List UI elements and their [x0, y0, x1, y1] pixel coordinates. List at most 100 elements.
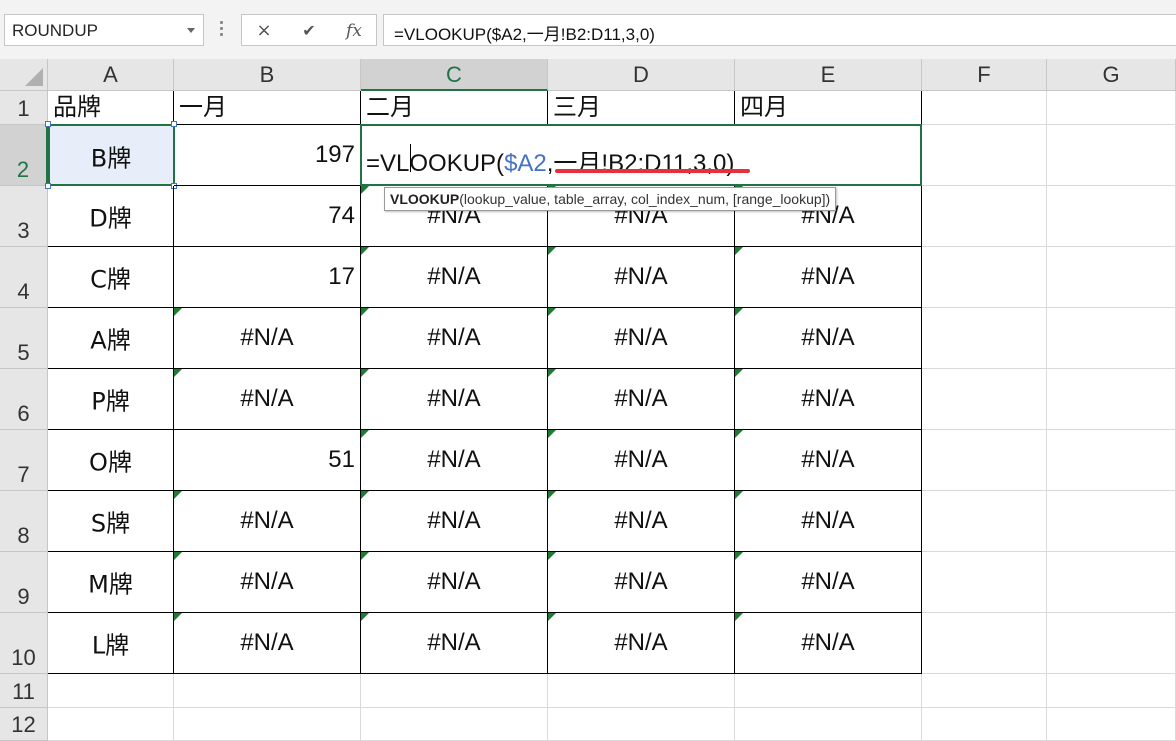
cell-f2[interactable]	[922, 125, 1047, 186]
cell-c10[interactable]: #N/A	[361, 613, 548, 674]
cell-f10[interactable]	[922, 613, 1047, 674]
cell-b9[interactable]: #N/A	[174, 552, 361, 613]
chevron-down-icon[interactable]	[187, 28, 195, 33]
cell-d11[interactable]	[548, 674, 735, 708]
cell-b6[interactable]: #N/A	[174, 369, 361, 430]
cell-e9[interactable]: #N/A	[735, 552, 922, 613]
select-all-button[interactable]	[0, 59, 48, 91]
cell-e10[interactable]: #N/A	[735, 613, 922, 674]
cell-b8[interactable]: #N/A	[174, 491, 361, 552]
cell-b4[interactable]: 17	[174, 247, 361, 308]
cell-e12[interactable]	[735, 708, 922, 741]
tooltip-function-name[interactable]: VLOOKUP	[390, 191, 459, 207]
cell-a3[interactable]: D牌	[48, 186, 174, 247]
row-header-7[interactable]: 7	[0, 430, 48, 491]
cell-g7[interactable]	[1047, 430, 1176, 491]
cell-d1[interactable]: 三月	[548, 91, 735, 125]
formula-input[interactable]: =VLOOKUP($A2,一月!B2:D11,3,0)	[383, 14, 1176, 46]
cell-c7[interactable]: #N/A	[361, 430, 548, 491]
range-handle[interactable]	[45, 121, 51, 127]
row-header-11[interactable]: 11	[0, 674, 48, 708]
cell-g2[interactable]	[1047, 125, 1176, 186]
cell-c6[interactable]: #N/A	[361, 369, 548, 430]
cell-g5[interactable]	[1047, 308, 1176, 369]
cancel-icon[interactable]: ×	[249, 19, 279, 43]
cell-a2[interactable]: B牌	[48, 125, 174, 186]
cell-g8[interactable]	[1047, 491, 1176, 552]
cell-b3[interactable]: 74	[174, 186, 361, 247]
column-header-f[interactable]: F	[922, 59, 1047, 91]
cell-g4[interactable]	[1047, 247, 1176, 308]
cell-f1[interactable]	[922, 91, 1047, 125]
cell-d8[interactable]: #N/A	[548, 491, 735, 552]
row-header-6[interactable]: 6	[0, 369, 48, 430]
row-header-9[interactable]: 9	[0, 552, 48, 613]
cell-f12[interactable]	[922, 708, 1047, 741]
cell-a12[interactable]	[48, 708, 174, 741]
cell-b11[interactable]	[174, 674, 361, 708]
cell-b5[interactable]: #N/A	[174, 308, 361, 369]
name-box[interactable]: ROUNDUP	[4, 14, 204, 46]
cell-e6[interactable]: #N/A	[735, 369, 922, 430]
cell-b7[interactable]: 51	[174, 430, 361, 491]
cell-e11[interactable]	[735, 674, 922, 708]
row-header-1[interactable]: 1	[0, 91, 48, 125]
cell-d6[interactable]: #N/A	[548, 369, 735, 430]
cell-d10[interactable]: #N/A	[548, 613, 735, 674]
cell-d12[interactable]	[548, 708, 735, 741]
cell-a6[interactable]: P牌	[48, 369, 174, 430]
cell-a10[interactable]: L牌	[48, 613, 174, 674]
row-header-10[interactable]: 10	[0, 613, 48, 674]
cell-g6[interactable]	[1047, 369, 1176, 430]
cell-c8[interactable]: #N/A	[361, 491, 548, 552]
cell-f3[interactable]	[922, 186, 1047, 247]
cell-a7[interactable]: O牌	[48, 430, 174, 491]
cell-f5[interactable]	[922, 308, 1047, 369]
cell-e7[interactable]: #N/A	[735, 430, 922, 491]
cell-e4[interactable]: #N/A	[735, 247, 922, 308]
cell-b1[interactable]: 一月	[174, 91, 361, 125]
cell-d4[interactable]: #N/A	[548, 247, 735, 308]
cell-g10[interactable]	[1047, 613, 1176, 674]
cell-b2[interactable]: 197	[174, 125, 361, 186]
cell-f9[interactable]	[922, 552, 1047, 613]
row-header-3[interactable]: 3	[0, 186, 48, 247]
cell-a1[interactable]: 品牌	[48, 91, 174, 125]
drag-handle-icon[interactable]	[216, 19, 226, 41]
cell-a8[interactable]: S牌	[48, 491, 174, 552]
cell-g1[interactable]	[1047, 91, 1176, 125]
cell-d9[interactable]: #N/A	[548, 552, 735, 613]
cell-g11[interactable]	[1047, 674, 1176, 708]
cell-d7[interactable]: #N/A	[548, 430, 735, 491]
insert-function-icon[interactable]: fx	[339, 19, 369, 43]
row-header-12[interactable]: 12	[0, 708, 48, 741]
cell-b12[interactable]	[174, 708, 361, 741]
cell-a4[interactable]: C牌	[48, 247, 174, 308]
cell-g9[interactable]	[1047, 552, 1176, 613]
cell-c9[interactable]: #N/A	[361, 552, 548, 613]
cell-c1[interactable]: 二月	[361, 91, 548, 125]
cell-e1[interactable]: 四月	[735, 91, 922, 125]
cell-f8[interactable]	[922, 491, 1047, 552]
cell-a11[interactable]	[48, 674, 174, 708]
cell-b10[interactable]: #N/A	[174, 613, 361, 674]
enter-icon[interactable]: ✔	[294, 19, 324, 43]
cell-a9[interactable]: M牌	[48, 552, 174, 613]
row-header-4[interactable]: 4	[0, 247, 48, 308]
cell-c4[interactable]: #N/A	[361, 247, 548, 308]
cell-e8[interactable]: #N/A	[735, 491, 922, 552]
cell-c5[interactable]: #N/A	[361, 308, 548, 369]
cell-f4[interactable]	[922, 247, 1047, 308]
cell-d5[interactable]: #N/A	[548, 308, 735, 369]
cell-a5[interactable]: A牌	[48, 308, 174, 369]
cell-c12[interactable]	[361, 708, 548, 741]
cell-e5[interactable]: #N/A	[735, 308, 922, 369]
cell-g3[interactable]	[1047, 186, 1176, 247]
row-header-2[interactable]: 2	[0, 125, 48, 186]
column-header-g[interactable]: G	[1047, 59, 1176, 91]
function-tooltip[interactable]: VLOOKUP(lookup_value, table_array, col_i…	[384, 187, 837, 211]
row-header-5[interactable]: 5	[0, 308, 48, 369]
cell-f11[interactable]	[922, 674, 1047, 708]
cell-f6[interactable]	[922, 369, 1047, 430]
cell-g12[interactable]	[1047, 708, 1176, 741]
